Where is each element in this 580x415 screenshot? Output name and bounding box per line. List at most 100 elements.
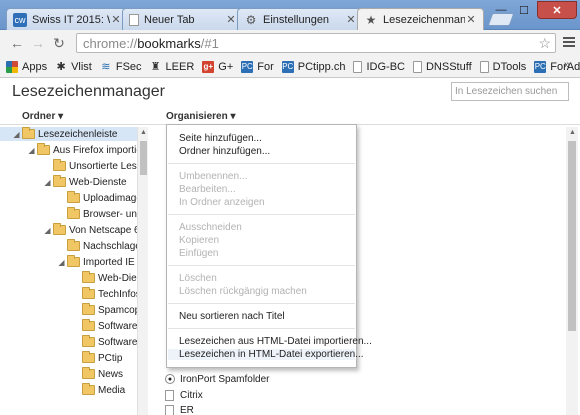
bookmark-label: FSec — [115, 60, 142, 73]
bookmark-apps[interactable]: Apps — [6, 60, 47, 73]
tree-node[interactable]: Browser- und I — [0, 207, 137, 221]
bookmark-dtools[interactable]: DTools — [479, 60, 526, 73]
tree-node-label: Media — [98, 384, 126, 396]
folder-icon — [53, 175, 66, 187]
address-bar[interactable]: chrome://bookmarks/#1 ☆ — [76, 33, 556, 53]
tree-node[interactable]: ◢ Imported IE Fa — [0, 255, 137, 269]
minimize-button[interactable]: — — [490, 1, 512, 19]
scroll-up-icon[interactable]: ▲ — [140, 129, 147, 136]
forward-arrow-icon[interactable]: → — [29, 34, 47, 52]
tree-node-label: Software-C — [98, 320, 137, 332]
tree-scrollbar[interactable]: ▲ — [137, 127, 148, 415]
close-icon[interactable]: ✕ — [465, 13, 477, 26]
menu-separator — [168, 163, 355, 164]
scrollbar-thumb[interactable] — [140, 141, 147, 175]
fsec-icon: ≋ — [101, 61, 111, 73]
expanded-arrow-icon[interactable]: ◢ — [27, 146, 36, 155]
reload-icon[interactable]: ↻ — [50, 34, 68, 52]
folder-icon — [67, 191, 80, 203]
bookmark-label: DNSStuff — [425, 60, 472, 73]
bookmark-dnsstuff[interactable]: DNSStuff — [412, 60, 472, 73]
list-item[interactable]: Citrix — [165, 388, 203, 402]
menu-item-paste[interactable]: Einfügen — [179, 248, 218, 259]
page-icon — [165, 389, 174, 401]
tab-einstellungen[interactable]: ⚙ Einstellungen ✕ — [237, 8, 364, 30]
menu-item-sort-by-title[interactable]: Neu sortieren nach Titel — [179, 311, 285, 322]
tree-node-label: PCtip — [98, 352, 123, 364]
list-item[interactable]: ● IronPort Spamfolder — [165, 372, 270, 386]
tree-node[interactable]: ◢ Web-Dienste — [0, 175, 127, 189]
folder-icon — [82, 383, 95, 395]
tree-node[interactable]: News — [0, 367, 123, 381]
menu-item-copy[interactable]: Kopieren — [179, 235, 219, 246]
back-arrow-icon[interactable]: ← — [8, 34, 26, 52]
tree-node[interactable]: ◢ Aus Firefox importiert — [0, 143, 137, 157]
bookmark-for[interactable]: PC For — [241, 60, 274, 73]
tab-swiss-it[interactable]: cw Swiss IT 2015: Wie d ✕ — [6, 8, 129, 30]
bookmarks-overflow-button[interactable]: » — [564, 59, 570, 71]
tree-node[interactable]: Nachschlagew — [0, 239, 137, 253]
search-input[interactable] — [451, 82, 569, 101]
tree-node[interactable]: Unsortierte Leseze — [0, 159, 137, 173]
bookmark-vlist[interactable]: ✱ Vlist — [55, 60, 92, 74]
computerworld-icon: cw — [13, 12, 27, 27]
tree-node[interactable]: TechInfos — [0, 287, 137, 301]
close-icon[interactable]: ✕ — [345, 13, 357, 26]
bookmark-fsec[interactable]: ≋ FSec — [100, 60, 142, 74]
tree-node[interactable]: PCtip — [0, 351, 122, 365]
menu-item-edit[interactable]: Bearbeiten... — [179, 184, 236, 195]
expanded-arrow-icon[interactable]: ◢ — [43, 178, 52, 187]
pc-icon: PC — [281, 60, 294, 73]
organize-dropdown-menu: Seite hinzufügen... Ordner hinzufügen...… — [166, 124, 372, 368]
bookmark-star-icon[interactable]: ☆ — [538, 35, 551, 52]
tab-neuer-tab[interactable]: Neuer Tab ✕ — [122, 8, 244, 30]
tree-node-label: Aus Firefox importiert — [53, 144, 137, 156]
scroll-up-icon[interactable]: ▲ — [569, 129, 576, 136]
close-icon[interactable]: ✕ — [225, 13, 237, 26]
bookmark-label: G+ — [218, 60, 234, 73]
tab-lesezeichenmanager[interactable]: ★ Lesezeichenmanager ✕ — [357, 8, 484, 30]
tree-node[interactable]: ◢ Lesezeichenleiste — [0, 127, 137, 141]
maximize-button[interactable]: ☐ — [513, 1, 535, 19]
list-scrollbar[interactable]: ▲ — [566, 127, 578, 415]
expanded-arrow-icon[interactable]: ◢ — [12, 130, 21, 139]
close-icon[interactable]: ✕ — [110, 13, 122, 26]
bookmark-pctipp[interactable]: PC PCtipp.ch — [281, 60, 345, 73]
menu-item-export-html[interactable]: Lesezeichen in HTML-Datei exportieren... — [168, 349, 364, 360]
expanded-arrow-icon[interactable]: ◢ — [57, 258, 66, 267]
list-item[interactable]: ER — [165, 403, 194, 415]
ordner-menu-button[interactable]: Ordner ▾ — [22, 111, 63, 122]
bookmark-gplus[interactable]: g+ G+ — [202, 60, 234, 73]
bookmark-foradm[interactable]: PC ForAdm — [534, 60, 580, 73]
folder-icon — [82, 287, 95, 299]
tree-node[interactable]: Media — [0, 383, 125, 397]
menu-separator — [168, 328, 355, 329]
menu-item-import-html[interactable]: Lesezeichen aus HTML-Datei importieren..… — [179, 336, 372, 347]
bookmarks-bar: Apps ✱ Vlist ≋ FSec ♜ LEER g+ G+ PC For … — [0, 56, 580, 78]
bookmark-leer[interactable]: ♜ LEER — [150, 61, 195, 74]
menu-item-undo-delete[interactable]: Löschen rückgängig machen — [179, 286, 307, 297]
close-window-button[interactable]: ✕ — [537, 1, 577, 19]
scrollbar-thumb[interactable] — [568, 141, 576, 331]
folder-icon — [82, 351, 95, 363]
menu-item-add-folder[interactable]: Ordner hinzufügen... — [179, 146, 270, 157]
tree-node[interactable]: Software H — [0, 335, 137, 349]
bookmark-idg-bc[interactable]: IDG-BC — [353, 60, 405, 73]
menu-item-rename[interactable]: Umbenennen... — [179, 171, 247, 182]
menu-separator — [168, 214, 355, 215]
tree-node[interactable]: Web-Diens — [0, 271, 137, 285]
menu-item-cut[interactable]: Ausschneiden — [179, 222, 242, 233]
menu-item-delete[interactable]: Löschen — [179, 273, 217, 284]
bookmark-label: Vlist — [71, 60, 92, 73]
tree-node[interactable]: Spamcop — [0, 303, 137, 317]
tree-node[interactable]: Software-C — [0, 319, 137, 333]
menu-item-show-in-folder[interactable]: In Ordner anzeigen — [179, 197, 265, 208]
url-host: bookmarks — [137, 35, 201, 51]
tree-node[interactable]: ◢ Von Netscape 6/7, — [0, 223, 137, 237]
tree-node[interactable]: Uploadimages — [0, 191, 137, 205]
menu-item-add-page[interactable]: Seite hinzufügen... — [179, 133, 262, 144]
expanded-arrow-icon[interactable]: ◢ — [43, 226, 52, 235]
organize-menu-button[interactable]: Organisieren ▾ — [166, 111, 236, 122]
tree-node-label: News — [98, 368, 124, 380]
chrome-menu-icon[interactable] — [562, 35, 576, 49]
